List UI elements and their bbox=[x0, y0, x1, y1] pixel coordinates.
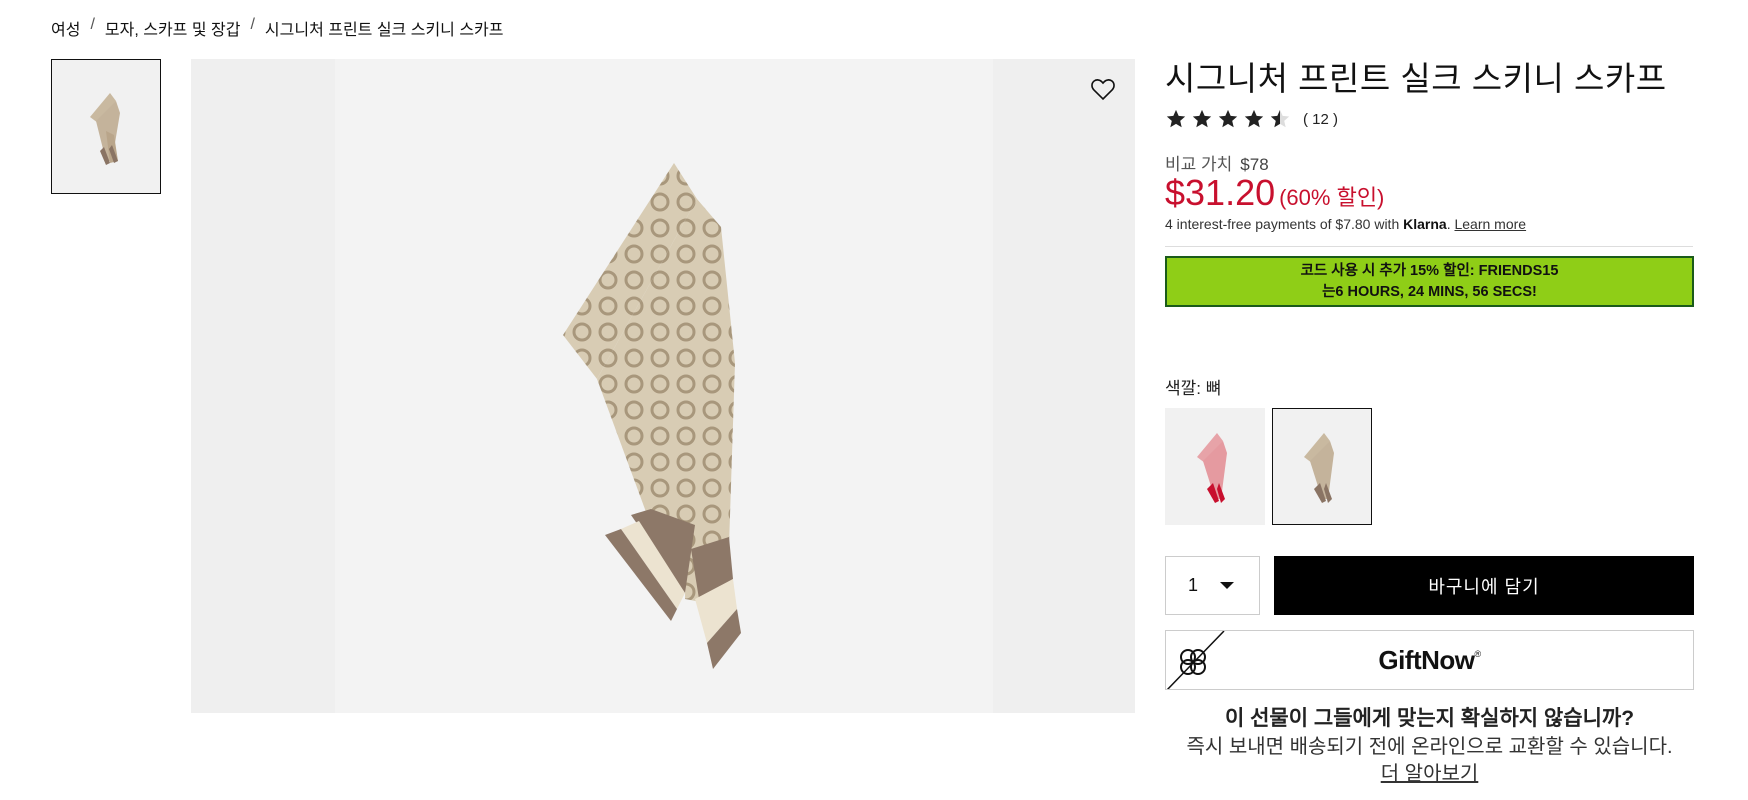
gift-description: 즉시 보내면 배송되기 전에 온라인으로 교환할 수 있습니다. 더 알아보기 bbox=[1177, 734, 1682, 788]
promo-line-1: 코드 사용 시 추가 15% 할인: FRIENDS15 bbox=[1300, 263, 1559, 279]
discount-text: (60% 할인) bbox=[1279, 185, 1385, 210]
star-icon bbox=[1244, 109, 1264, 128]
breadcrumb-women[interactable]: 여성 bbox=[51, 16, 80, 40]
product-title: 시그니처 프린트 실크 스키니 스카프 bbox=[1165, 60, 1667, 97]
giftnow-button[interactable]: GiftNow® bbox=[1165, 630, 1694, 690]
thumbnail-list bbox=[51, 59, 161, 194]
product-rating[interactable]: ( 12 ) bbox=[1165, 108, 1338, 130]
breadcrumb-separator: / bbox=[250, 16, 255, 33]
gift-learn-more-link[interactable]: 더 알아보기 bbox=[1381, 763, 1479, 785]
registered-mark: ® bbox=[1474, 649, 1482, 659]
scarf-graphic bbox=[563, 163, 741, 669]
half-star-icon bbox=[1270, 109, 1290, 128]
breadcrumb-accessories[interactable]: 모자, 스카프 및 장갑 bbox=[105, 16, 241, 40]
klarna-logo: Klarna bbox=[1403, 216, 1447, 232]
promo-countdown: 는6 HOURS, 24 MINS, 56 SECS! bbox=[1322, 284, 1537, 300]
quantity-select[interactable]: 1 bbox=[1165, 556, 1260, 615]
quantity-value: 1 bbox=[1188, 575, 1199, 595]
review-count[interactable]: ( 12 ) bbox=[1303, 111, 1338, 128]
gift-description-text: 즉시 보내면 배송되기 전에 온라인으로 교환할 수 있습니다. bbox=[1186, 736, 1673, 758]
klarna-message: 4 interest-free payments of $7.80 with K… bbox=[1165, 216, 1526, 232]
bone-scarf-swatch-graphic bbox=[1304, 432, 1334, 503]
color-label: 색깔: 뼈 bbox=[1165, 379, 1222, 398]
sale-price: $31.20 bbox=[1165, 172, 1276, 213]
product-main-image[interactable] bbox=[191, 59, 1135, 713]
klarna-text: 4 interest-free payments of $7.80 with bbox=[1165, 216, 1400, 232]
klarna-period: . bbox=[1446, 216, 1451, 232]
swatch-red[interactable] bbox=[1165, 408, 1265, 525]
gift-question: 이 선물이 그들에게 맞는지 확실하지 않습니까? bbox=[1224, 707, 1635, 730]
add-to-bag-button[interactable]: 바구니에 담기 bbox=[1274, 556, 1694, 615]
giftnow-logo-text: GiftNow bbox=[1378, 645, 1475, 675]
star-icon bbox=[1166, 109, 1186, 128]
klarna-learn-more-link[interactable]: Learn more bbox=[1454, 216, 1526, 232]
star-rating bbox=[1165, 108, 1291, 130]
caret-down-icon bbox=[1220, 582, 1235, 589]
giftnow-logo: GiftNow® bbox=[1166, 645, 1693, 676]
divider bbox=[1165, 246, 1693, 247]
star-icon bbox=[1218, 109, 1238, 128]
red-scarf-swatch-graphic bbox=[1197, 432, 1227, 503]
color-swatches bbox=[1165, 408, 1372, 525]
star-icon bbox=[1192, 109, 1212, 128]
price-row: $31.20 (60% 할인) bbox=[1165, 172, 1384, 214]
breadcrumb-current[interactable]: 시그니처 프린트 실크 스키니 스카프 bbox=[265, 16, 504, 40]
product-image-backdrop bbox=[335, 59, 993, 713]
promo-banner: 코드 사용 시 추가 15% 할인: FRIENDS15 는6 HOURS, 2… bbox=[1165, 256, 1694, 307]
swatch-bone[interactable] bbox=[1272, 408, 1372, 525]
scarf-thumbnail-graphic bbox=[90, 92, 120, 165]
breadcrumb: 여성 / 모자, 스카프 및 장갑 / 시그니처 프린트 실크 스키니 스카프 bbox=[51, 16, 504, 40]
heart-outline-icon[interactable] bbox=[1089, 75, 1117, 103]
thumbnail-image[interactable] bbox=[51, 59, 161, 194]
breadcrumb-separator: / bbox=[90, 16, 95, 33]
